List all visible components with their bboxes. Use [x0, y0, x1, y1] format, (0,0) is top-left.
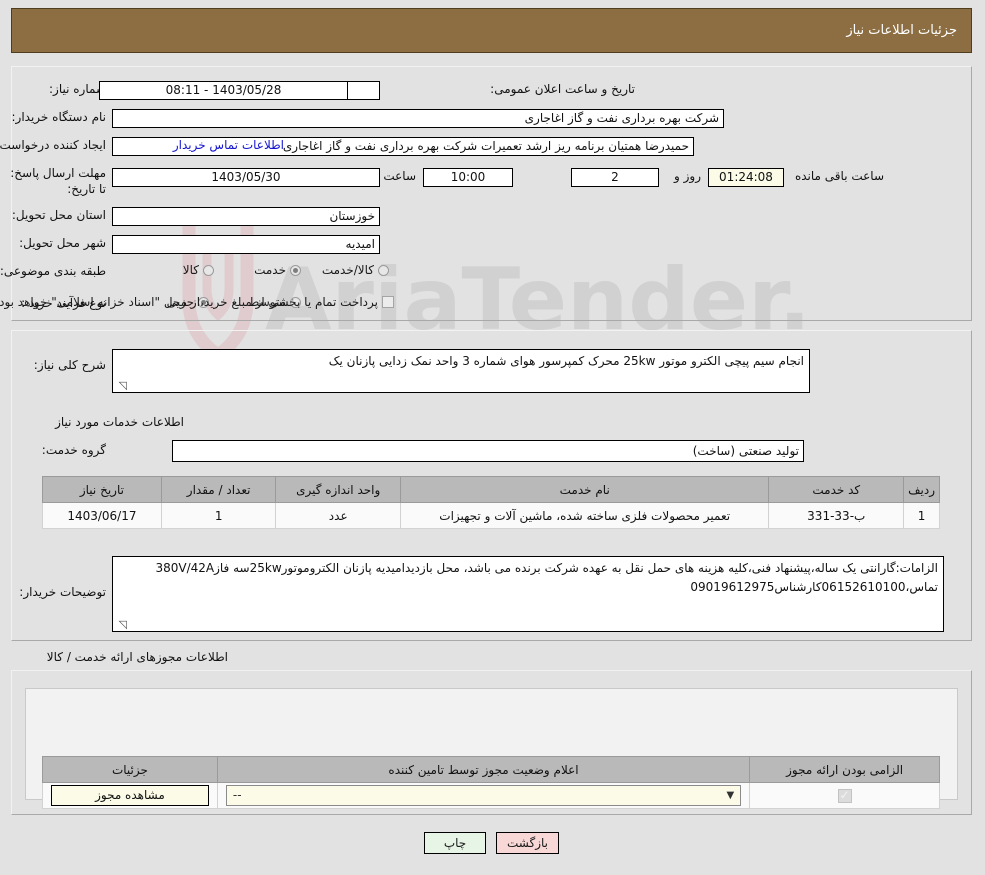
city-label: شهر محل تحویل:	[20, 236, 107, 250]
category-option-goods-service[interactable]: کالا/خدمت	[319, 263, 390, 277]
deadline-hour-label: ساعت	[384, 169, 417, 183]
col-name: نام خدمت	[400, 476, 771, 503]
service-group-value: تولید صنعتی (ساخت)	[173, 440, 805, 462]
cell-need-date: 1403/06/17	[43, 502, 163, 529]
buyer-contact-link[interactable]: اطلاعات تماس خریدار	[174, 138, 285, 152]
cell-quantity: 1	[161, 502, 278, 529]
col-permit-details: جزئیات	[43, 756, 219, 783]
resize-grip-icon[interactable]: ◹	[116, 380, 128, 392]
permit-required-checkbox-icon	[838, 788, 853, 803]
col-permit-required: الزامی بودن ارائه مجوز	[750, 756, 941, 783]
buyer-notes-box[interactable]: الزامات:گارانتی یک ساله،پیشنهاد فنی،کلیه…	[113, 556, 945, 632]
buyer-notes-label-row: توضیحات خریدار:	[20, 585, 107, 599]
back-button[interactable]: بازگشت	[497, 832, 560, 854]
category-option-service[interactable]: خدمت	[251, 263, 302, 277]
days-unit-row: روز و	[675, 169, 702, 183]
deadline-hour-value: 10:00	[424, 168, 514, 187]
services-section-title: اطلاعات خدمات مورد نیاز	[56, 415, 185, 429]
radio-goods-service-icon[interactable]	[379, 264, 390, 276]
category-label: طبقه بندی موضوعی:	[0, 264, 107, 278]
announce-datetime-label: تاریخ و ساعت اعلان عمومی:	[491, 82, 636, 96]
permits-section-title: اطلاعات مجوزهای ارائه خدمت / کالا	[47, 650, 229, 664]
page-header-bar: جزئیات اطلاعات نیاز	[12, 8, 973, 53]
creator-label: ایجاد کننده درخواست:	[0, 138, 107, 152]
col-permit-status: اعلام وضعیت مجوز توسط تامین کننده	[217, 756, 752, 783]
view-permit-button[interactable]: مشاهده مجوز	[52, 785, 210, 806]
province-value: خوزستان	[113, 207, 381, 226]
need-info-panel	[12, 66, 973, 321]
cell-permit-details[interactable]: مشاهده مجوز	[43, 782, 219, 809]
services-table: ردیف کد خدمت نام خدمت واحد اندازه گیری ت…	[43, 476, 941, 529]
category-option-service-label: خدمت	[255, 263, 287, 277]
time-remaining-value: 01:24:08	[709, 168, 785, 187]
table-row: 1 ب-33-331 تعمیر محصولات فلزی ساخته شده،…	[43, 502, 941, 529]
description-label-row: شرح کلی نیاز:	[35, 358, 107, 372]
footer-button-bar: بازگشت چاپ	[0, 832, 985, 854]
print-button[interactable]: چاپ	[425, 832, 487, 854]
treasury-checkbox-label: پرداخت تمام یا بخشی از مبلغ خرید،از محل …	[0, 295, 379, 309]
time-remaining-label: ساعت باقی مانده	[795, 169, 885, 183]
deadline-date-value: 1403/05/30	[113, 168, 381, 187]
deadline-label: مهلت ارسال پاسخ: تا تاریخ:	[11, 166, 107, 196]
cell-unit: عدد	[276, 502, 402, 529]
service-group-label-row: گروه خدمت:	[43, 443, 107, 457]
col-quantity: تعداد / مقدار	[161, 476, 278, 503]
creator-contact-row[interactable]: اطلاعات تماس خریدار	[174, 138, 285, 152]
buyer-org-label-row: نام دستگاه خریدار:	[13, 110, 108, 124]
need-description-box[interactable]: انجام سیم پیچی الکترو موتور 25kw محرک کم…	[113, 349, 811, 393]
col-index: ردیف	[904, 476, 941, 503]
page-title: جزئیات اطلاعات نیاز	[847, 23, 958, 38]
category-option-goods-service-label: کالا/خدمت	[322, 263, 375, 277]
province-label: استان محل تحویل:	[12, 208, 107, 222]
cell-code: ب-33-331	[769, 502, 906, 529]
col-need-date: تاریخ نیاز	[43, 476, 163, 503]
need-number-label: شماره نیاز:	[50, 82, 107, 96]
permits-table-header-row: الزامی بودن ارائه مجوز اعلام وضعیت مجوز …	[43, 756, 941, 783]
chevron-down-icon: ▼	[727, 790, 736, 801]
permits-table: الزامی بودن ارائه مجوز اعلام وضعیت مجوز …	[43, 756, 941, 809]
announce-datetime-value: 1403/05/28 - 08:11	[100, 81, 349, 100]
services-table-header-row: ردیف کد خدمت نام خدمت واحد اندازه گیری ت…	[43, 476, 941, 503]
category-option-goods[interactable]: کالا	[180, 263, 215, 277]
time-remaining-label-row: ساعت باقی مانده	[796, 169, 885, 183]
category-option-goods-label: کالا	[183, 263, 200, 277]
deadline-label-row: مهلت ارسال پاسخ: تا تاریخ:	[11, 165, 107, 197]
buyer-org-label: نام دستگاه خریدار:	[12, 110, 108, 124]
resize-grip-icon-notes[interactable]: ◹	[116, 619, 128, 631]
buyer-notes-label: توضیحات خریدار:	[20, 585, 107, 599]
province-label-row: استان محل تحویل:	[13, 208, 107, 222]
cell-name: تعمیر محصولات فلزی ساخته شده، ماشین آلات…	[400, 502, 771, 529]
cell-permit-status[interactable]: ▼ --	[217, 782, 752, 809]
service-group-label: گروه خدمت:	[42, 443, 107, 457]
city-value: امیدیه	[113, 235, 381, 254]
city-label-row: شهر محل تحویل:	[20, 236, 107, 250]
days-remaining-value: 2	[572, 168, 660, 187]
treasury-checkbox-icon[interactable]	[383, 296, 395, 308]
days-unit-label: روز و	[675, 169, 702, 183]
radio-goods-icon[interactable]	[204, 264, 215, 276]
col-code: کد خدمت	[769, 476, 906, 503]
col-unit: واحد اندازه گیری	[276, 476, 402, 503]
buyer-notes-text: الزامات:گارانتی یک ساله،پیشنهاد فنی،کلیه…	[156, 561, 939, 594]
table-row: ▼ -- مشاهده مجوز	[43, 782, 941, 809]
deadline-hour-label-row: ساعت	[384, 169, 417, 183]
creator-label-row: ایجاد کننده درخواست:	[0, 138, 107, 152]
description-label: شرح کلی نیاز:	[34, 358, 107, 372]
need-number-label-row: شماره نیاز:	[50, 82, 107, 96]
cell-index: 1	[904, 502, 941, 529]
treasury-checkbox-row[interactable]: پرداخت تمام یا بخشی از مبلغ خرید،از محل …	[0, 295, 395, 309]
announce-label-row: تاریخ و ساعت اعلان عمومی:	[491, 82, 636, 96]
buyer-org-value: شرکت بهره برداری نفت و گاز اغاجاری	[113, 109, 725, 128]
permit-status-select[interactable]: ▼ --	[226, 785, 743, 806]
cell-permit-required	[750, 782, 941, 809]
permit-status-selected-value: --	[233, 788, 243, 802]
radio-service-icon[interactable]	[291, 264, 302, 276]
tender-detail-page: AriaTender.net جزئیات اطلاعات نیاز شماره…	[0, 0, 985, 875]
need-description-text: انجام سیم پیچی الکترو موتور 25kw محرک کم…	[329, 354, 805, 368]
category-label-row: طبقه بندی موضوعی:	[1, 264, 107, 278]
